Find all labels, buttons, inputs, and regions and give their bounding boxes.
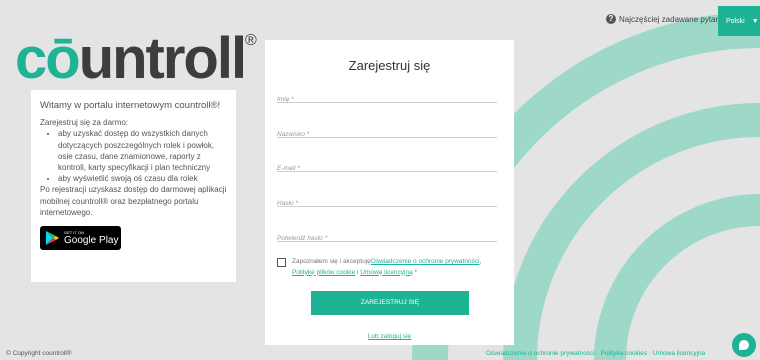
welcome-panel: Witamy w portalu internetowym countroll®… [31,90,236,282]
registration-form: Zarejestruj się Imię * Nazwisko * E-mail… [265,40,514,345]
password-input[interactable]: Hasło * [277,192,497,207]
benefit-item: aby uzyskać dostęp do wszystkich danych … [58,128,227,173]
welcome-heading: Witamy w portalu internetowym countroll®… [40,100,221,111]
register-button[interactable]: ZAREJESTRUJ SIĘ [311,291,469,315]
privacy-link[interactable]: Oświadczenie o ochronie prywatności [371,258,480,265]
form-title: Zarejestruj się [348,58,431,73]
first-name-input[interactable]: Imię * [277,88,497,103]
password-confirm-input[interactable]: Potwierdź hasło * [277,227,497,242]
login-link[interactable]: Lub zaloguj się [265,333,514,340]
welcome-intro: Zarejestruj się za darmo: [40,118,129,128]
chat-button[interactable] [732,333,756,357]
google-play-big-text: Google Play [64,235,119,247]
google-play-badge[interactable]: GET IT ON Google Play [40,226,121,251]
consent-checkbox[interactable] [277,258,286,267]
cookie-policy-link[interactable]: Politykę plików cookie [292,269,355,276]
consent-row: Zapoznałem się i akceptujęOświadczenie o… [277,257,502,278]
logo-registered-mark: ® [245,32,257,49]
logo-text: cōuntroll [15,26,247,91]
language-selector[interactable]: Polski ▼ [718,6,760,36]
benefit-item: aby wyświetlić swoją oś czasu dla rolek [58,173,227,184]
email-input[interactable]: E-mail * [277,157,497,172]
benefits-list: aby uzyskać dostęp do wszystkich danych … [40,128,227,184]
chat-bubble-icon [739,340,749,350]
google-play-icon [46,231,59,246]
copyright: © Copyright countroll® [6,350,72,357]
faq-label: Najczęściej zadawane pytania [619,14,727,24]
caret-down-icon: ▼ [751,17,759,25]
consent-text: Zapoznałem się i akceptujęOświadczenie o… [292,258,482,276]
faq-link[interactable]: ? Najczęściej zadawane pytania [606,14,726,24]
countroll-logo: cōuntroll ® [15,24,260,94]
footer-links[interactable]: Oświadczenie o ochronie prywatności · Po… [486,350,705,357]
question-circle-icon: ? [606,14,616,24]
license-link[interactable]: Umowę licencyjną [360,269,412,276]
last-name-input[interactable]: Nazwisko * [277,123,497,138]
welcome-outro: Po rejestracji uzyskasz dostęp do darmow… [40,185,227,217]
language-label: Polski [726,17,745,25]
